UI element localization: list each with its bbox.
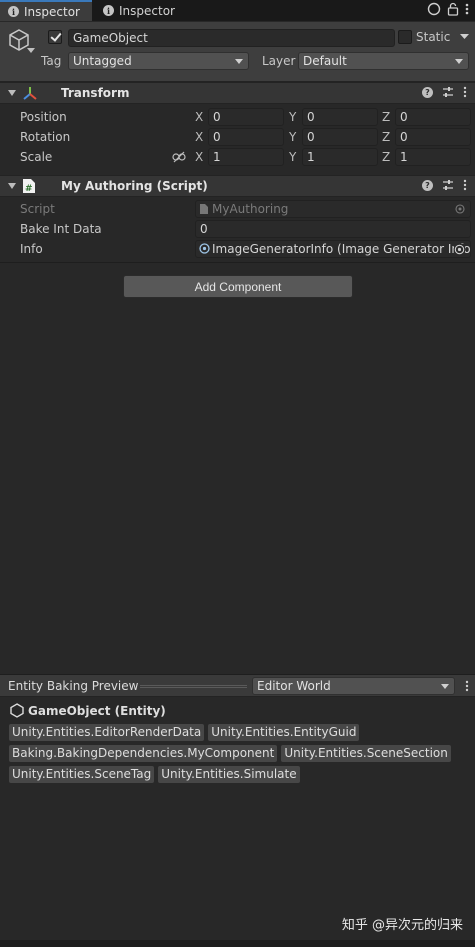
- position-label: Position: [20, 110, 67, 124]
- axis-y-label: Y: [289, 130, 297, 144]
- gameobject-header: GameObject Static Tag Untagged Layer Def…: [0, 22, 475, 82]
- info-object-field[interactable]: ImageGeneratorInfo (Image Generator Info…: [195, 240, 471, 258]
- script-file-icon: [200, 204, 208, 214]
- csharp-script-icon: #: [23, 179, 35, 194]
- axis-x-label: X: [195, 130, 204, 144]
- object-picker-icon: [455, 204, 465, 214]
- preview-splitter[interactable]: [140, 685, 247, 688]
- transform-header[interactable]: Transform ?: [0, 82, 475, 104]
- tag-label: Tag: [41, 54, 62, 68]
- watermark: 知乎 @异次元的归来: [341, 918, 463, 933]
- rotation-label: Rotation: [20, 130, 71, 144]
- info-icon: i: [103, 5, 114, 16]
- script-value: MyAuthoring: [212, 202, 289, 216]
- info-label: Info: [20, 242, 43, 256]
- tab-label: Inspector: [24, 4, 80, 19]
- transform-axes-icon: [23, 87, 37, 100]
- component-tag: Unity.Entities.Simulate: [158, 766, 300, 783]
- tab-bar: i Inspector i Inspector: [0, 0, 475, 21]
- entity-hexagon-icon: [10, 703, 24, 718]
- layer-dropdown[interactable]: Default: [298, 52, 469, 70]
- static-checkbox[interactable]: [398, 30, 412, 44]
- tab-inspector-2[interactable]: i Inspector: [95, 0, 187, 21]
- gameobject-name-field[interactable]: GameObject: [68, 29, 395, 47]
- foldout-arrow-icon[interactable]: [8, 90, 16, 96]
- transform-tools: ?: [422, 86, 467, 98]
- svg-text:#: #: [25, 184, 33, 194]
- tab-inspector-1[interactable]: i Inspector: [0, 0, 92, 21]
- entity-name: GameObject (Entity): [28, 703, 166, 718]
- layer-label: Layer: [262, 54, 296, 68]
- axis-y-label: Y: [289, 110, 297, 124]
- component-divider: [0, 262, 475, 263]
- scale-label: Scale: [20, 150, 53, 164]
- preset-icon[interactable]: [442, 179, 454, 191]
- constrain-proportions-icon[interactable]: [172, 151, 186, 163]
- preset-icon[interactable]: [442, 86, 454, 98]
- help-icon[interactable]: ?: [422, 179, 433, 191]
- rotation-x-field[interactable]: 0: [208, 128, 284, 146]
- more-vertical-icon[interactable]: [463, 86, 467, 98]
- tag-dropdown[interactable]: Untagged: [68, 52, 249, 70]
- my-authoring-tools: ?: [422, 179, 467, 191]
- gameobject-active-checkbox[interactable]: [48, 30, 62, 44]
- rotation-y-field[interactable]: 0: [302, 128, 378, 146]
- component-tag: Unity.Entities.EntityGuid: [208, 724, 360, 741]
- component-tag: Unity.Entities.SceneSection: [281, 745, 451, 762]
- component-tag: Unity.Entities.EditorRenderData: [9, 724, 205, 741]
- object-picker-icon[interactable]: [454, 244, 465, 255]
- bottom-border: [0, 940, 475, 947]
- component-tag: Unity.Entities.SceneTag: [9, 766, 155, 783]
- axis-y-label: Y: [289, 150, 297, 164]
- icon-dropdown-arrow[interactable]: [27, 48, 35, 53]
- entity-title: GameObject (Entity): [10, 703, 166, 718]
- my-authoring-header[interactable]: # My Authoring (Script) ?: [0, 175, 475, 197]
- rotation-z-field[interactable]: 0: [395, 128, 471, 146]
- axis-x-label: X: [195, 110, 204, 124]
- my-authoring-title: My Authoring (Script): [61, 179, 208, 193]
- help-icon[interactable]: ?: [422, 86, 433, 98]
- scale-y-field[interactable]: 1: [302, 148, 378, 166]
- axis-z-label: Z: [382, 130, 391, 144]
- position-z-field[interactable]: 0: [395, 108, 471, 126]
- component-tag-list: Unity.Entities.EditorRenderData Unity.Ent…: [9, 724, 469, 787]
- script-label: Script: [20, 202, 55, 216]
- lock-icon[interactable]: [447, 2, 459, 16]
- static-dropdown-icon[interactable]: [460, 34, 469, 40]
- axis-z-label: Z: [382, 110, 391, 124]
- position-x-field[interactable]: 0: [208, 108, 284, 126]
- static-label: Static: [416, 30, 451, 44]
- more-vertical-icon[interactable]: [465, 2, 469, 16]
- position-y-field[interactable]: 0: [302, 108, 378, 126]
- scriptable-object-icon: [199, 243, 210, 254]
- preview-title: Entity Baking Preview: [8, 679, 139, 693]
- bake-int-data-field[interactable]: 0: [195, 220, 471, 238]
- script-object-field: MyAuthoring: [195, 200, 471, 218]
- info-icon: i: [8, 6, 19, 17]
- debug-toggle-icon[interactable]: [427, 2, 441, 16]
- tab-tools: [427, 2, 469, 16]
- scale-x-field[interactable]: 1: [208, 148, 284, 166]
- foldout-arrow-icon[interactable]: [8, 183, 16, 189]
- info-value: ImageGeneratorInfo (Image Generator Info…: [212, 242, 471, 256]
- tab-label: Inspector: [119, 3, 175, 18]
- transform-title: Transform: [61, 86, 130, 100]
- more-vertical-icon[interactable]: [465, 680, 469, 692]
- more-vertical-icon[interactable]: [463, 179, 467, 191]
- add-component-button[interactable]: Add Component: [123, 275, 353, 298]
- axis-x-label: X: [195, 150, 204, 164]
- scale-z-field[interactable]: 1: [395, 148, 471, 166]
- preview-toolbar: Entity Baking Preview Editor World: [0, 675, 475, 697]
- bake-int-data-label: Bake Int Data: [20, 222, 102, 236]
- entity-baking-preview: Entity Baking Preview Editor World GameO…: [0, 674, 475, 940]
- axis-z-label: Z: [382, 150, 391, 164]
- world-dropdown[interactable]: Editor World: [252, 677, 455, 695]
- component-tag: Baking.BakingDependencies.MyComponent: [9, 745, 278, 762]
